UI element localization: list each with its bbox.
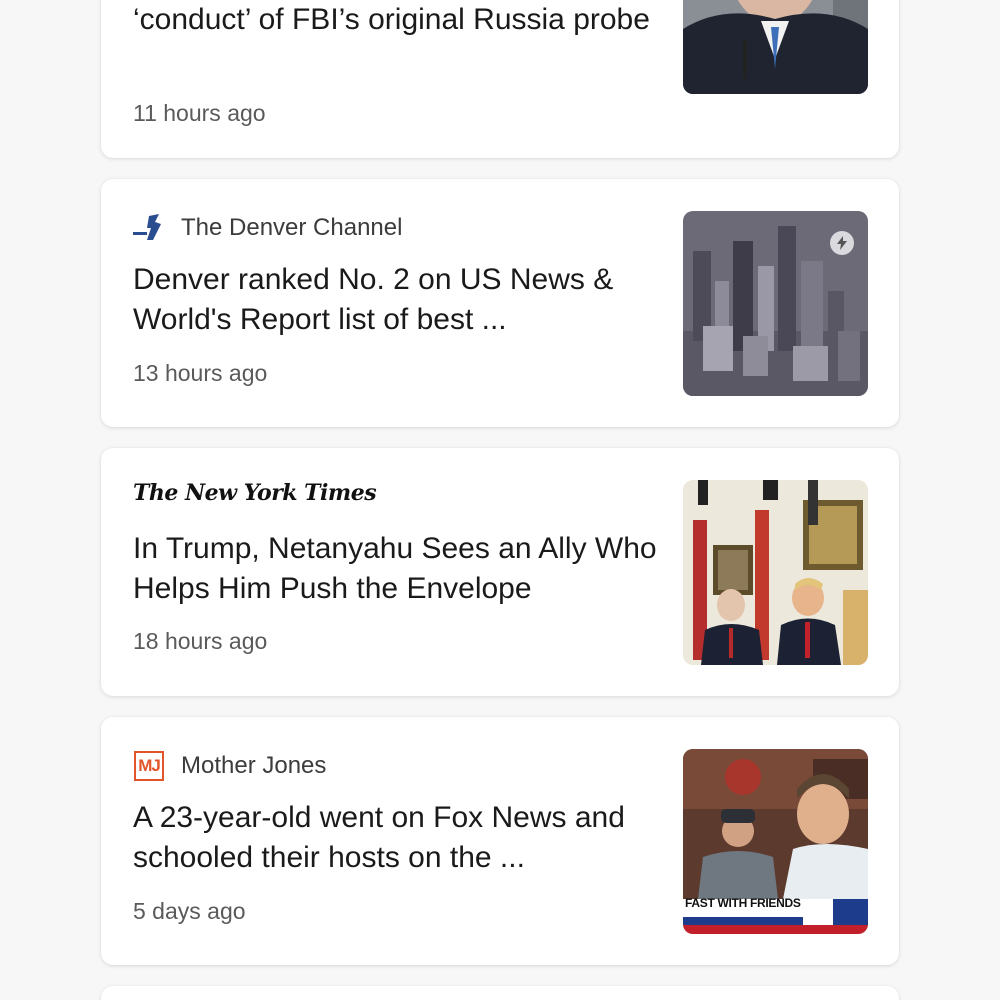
source-name: Mother Jones [181,752,327,779]
article-headline[interactable]: In Trump, Netanyahu Sees an Ally Who Hel… [133,529,658,609]
thumbnail-two-leaders[interactable] [683,480,868,665]
thumbnail-man-in-suit[interactable] [683,0,868,94]
article-timestamp: 11 hours ago [133,100,266,126]
thumbnail-tv-interview[interactable]: FAST WITH FRIENDS [683,749,868,934]
source-name: The New York Times [133,480,377,506]
amp-lightning-icon [830,231,854,255]
news-card-next[interactable] [101,986,899,1000]
article-timestamp: 13 hours ago [133,360,268,386]
news-card[interactable]: The Denver Channel Denver ranked No. 2 o… [101,179,899,427]
article-headline[interactable]: Denver ranked No. 2 on US News & World's… [133,260,658,340]
news-card[interactable]: MJ Mother Jones A 23-year-old went on Fo… [101,717,899,965]
source-row[interactable]: The Denver Channel [133,213,402,243]
mother-jones-logo-icon: MJ [133,750,165,782]
news-card[interactable]: ‘conduct’ of FBI’s original Russia probe… [101,0,899,158]
article-timestamp: 18 hours ago [133,628,268,654]
article-timestamp: 5 days ago [133,898,246,924]
article-headline[interactable]: A 23-year-old went on Fox News and schoo… [133,798,658,878]
thumbnail-city-aerial[interactable] [683,211,868,396]
news-card[interactable]: The New York Times In Trump, Netanyahu S… [101,448,899,696]
news-feed: ‘conduct’ of FBI’s original Russia probe… [0,0,1000,1000]
source-row[interactable]: The New York Times [133,478,377,508]
source-row[interactable]: MJ Mother Jones [133,751,326,781]
source-name: The Denver Channel [181,214,403,241]
denver-channel-logo-icon [133,212,165,244]
thumbnail-caption: FAST WITH FRIENDS [685,896,801,910]
article-headline[interactable]: ‘conduct’ of FBI’s original Russia probe [133,0,658,40]
